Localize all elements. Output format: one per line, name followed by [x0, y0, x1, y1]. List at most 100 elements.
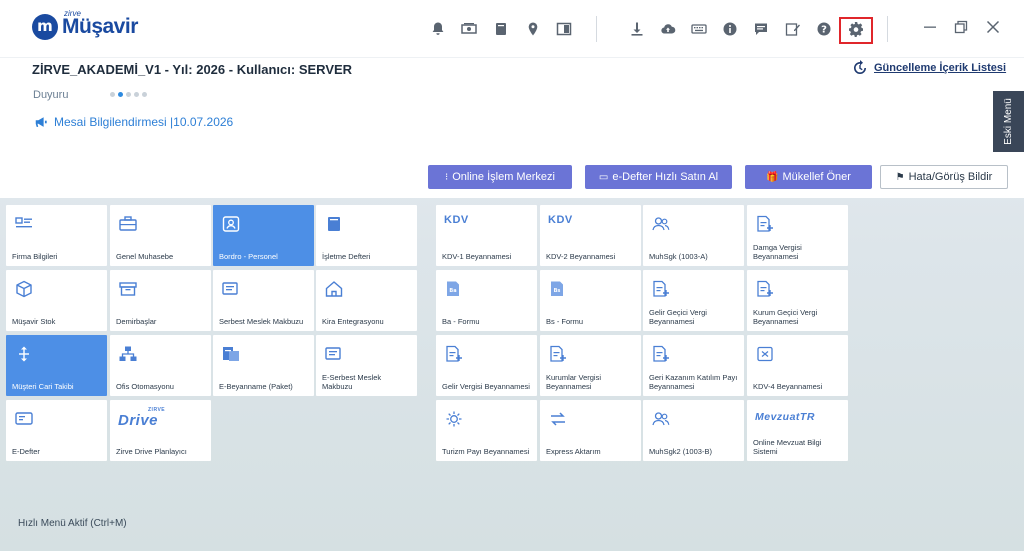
toolbar-separator: [596, 16, 597, 42]
tile-demirbaslar[interactable]: Demirbaşlar: [110, 270, 211, 331]
tile-musavir-stok[interactable]: Müşavir Stok: [6, 270, 107, 331]
tile-serbest-meslek-makbuzu[interactable]: Serbest Meslek Makbuzu: [213, 270, 314, 331]
tile-online-mevzuat[interactable]: MevzuatTR Online Mevzuat Bilgi Sistemi: [747, 400, 848, 461]
id-badge-icon: [221, 215, 241, 233]
old-menu-label: Eski Menü: [1003, 98, 1014, 145]
minimize-icon[interactable]: [923, 20, 941, 38]
users-icon: [651, 215, 671, 233]
tile-muhsgk2-1003b[interactable]: MuhSgk2 (1003-B): [643, 400, 744, 461]
logo-mark: m: [32, 14, 58, 40]
close-icon[interactable]: [986, 20, 1004, 38]
tile-kurum-gecici-vergi[interactable]: Kurum Geçici Vergi Beyannamesi: [747, 270, 848, 331]
screen-box-icon: [755, 345, 775, 363]
tile-geri-kazanim[interactable]: Geri Kazanım Katılım Payı Beyannamesi: [643, 335, 744, 396]
update-content-link[interactable]: Güncelleme İçerik Listesi: [852, 60, 1006, 76]
tile-muhsgk-1003a[interactable]: MuhSgk (1003-A): [643, 205, 744, 266]
info-icon[interactable]: [721, 20, 739, 38]
online-operations-button[interactable]: ⁝ Online İşlem Merkezi: [428, 165, 572, 189]
mevzuattr-logo: MevzuatTR: [755, 411, 815, 423]
edefter-buy-button[interactable]: ▭ e-Defter Hızlı Satın Al: [585, 165, 732, 189]
house-icon: [324, 280, 344, 298]
logo-brand-name: Müşavir: [62, 15, 138, 38]
tile-gelir-gecici-vergi[interactable]: Gelir Geçici Vergi Beyannamesi: [643, 270, 744, 331]
tile-ofis-otomasyonu[interactable]: Ofis Otomasyonu: [110, 335, 211, 396]
tile-e-serbest-meslek-makbuzu[interactable]: E-Serbest Meslek Makbuzu: [316, 335, 417, 396]
tile-kdv4[interactable]: KDV-4 Beyannamesi: [747, 335, 848, 396]
old-menu-tab[interactable]: Eski Menü: [993, 91, 1024, 152]
tile-kurumlar-vergisi[interactable]: Kurumlar Vergisi Beyannamesi: [540, 335, 641, 396]
tile-bs-formu[interactable]: Bs Bs - Formu: [540, 270, 641, 331]
tile-kdv1[interactable]: KDV KDV-1 Beyannamesi: [436, 205, 537, 266]
tile-genel-muhasebe[interactable]: Genel Muhasebe: [110, 205, 211, 266]
tile-isletme-defteri[interactable]: İşletme Defteri: [316, 205, 417, 266]
download-icon[interactable]: [628, 20, 646, 38]
archive-box-icon: [118, 280, 138, 298]
tile-musteri-cari-takibi[interactable]: Müşteri Cari Takibi: [6, 335, 107, 396]
gear-icon[interactable]: [847, 20, 865, 38]
receipt-icon: [221, 280, 241, 298]
tile-firma-bilgileri[interactable]: Firma Bilgileri: [6, 205, 107, 266]
tile-express-aktarim[interactable]: Express Aktarım: [540, 400, 641, 461]
tile-turizm-payi[interactable]: Turizm Payı Beyannamesi: [436, 400, 537, 461]
bell-icon[interactable]: [429, 20, 447, 38]
title-bar: m zirve Müşavir ?: [0, 0, 1024, 58]
location-icon[interactable]: [524, 20, 542, 38]
help-icon[interactable]: ?: [815, 20, 833, 38]
list-card-icon: [14, 215, 34, 233]
report-feedback-button[interactable]: ⚑ Hata/Görüş Bildir: [880, 165, 1008, 189]
suggest-taxpayer-button[interactable]: 🎁 Mükellef Öner: [745, 165, 872, 189]
logo-brand-small: zirve: [64, 9, 81, 18]
edit-icon[interactable]: [784, 20, 802, 38]
briefcase-icon: [118, 215, 138, 233]
keyboard-icon[interactable]: [690, 20, 708, 38]
carousel-dot[interactable]: [110, 92, 115, 97]
carousel-dot[interactable]: [134, 92, 139, 97]
tile-zirve-drive[interactable]: ZIRVE Drive Zirve Drive Planlayıcı: [110, 400, 211, 461]
update-link-label: Güncelleme İçerik Listesi: [874, 62, 1007, 74]
tile-kira-entegrasyonu[interactable]: Kira Entegrasyonu: [316, 270, 417, 331]
chat-icon[interactable]: [752, 20, 770, 38]
restore-icon[interactable]: [954, 20, 972, 38]
money-icon[interactable]: [460, 20, 478, 38]
svg-text:Ba: Ba: [449, 288, 456, 294]
drive-logo: Drive: [118, 412, 159, 429]
tile-gelir-vergisi[interactable]: Gelir Vergisi Beyannamesi: [436, 335, 537, 396]
tile-e-defter[interactable]: E-Defter: [6, 400, 107, 461]
cloud-upload-icon[interactable]: [659, 20, 677, 38]
book-icon[interactable]: [492, 20, 510, 38]
sun-icon: [444, 410, 464, 428]
tile-e-beyanname[interactable]: E-Beyanname (Paket): [213, 335, 314, 396]
doc-plus-icon: [755, 280, 775, 298]
carousel-dot[interactable]: [126, 92, 131, 97]
ba-form-icon: Ba: [444, 280, 464, 298]
flag-icon: ⚑: [895, 171, 905, 183]
doc-plus-icon: [651, 345, 671, 363]
svg-text:Bs: Bs: [554, 288, 561, 294]
panel-icon[interactable]: [555, 20, 573, 38]
tile-bordro-personel[interactable]: Bordro - Personel: [213, 205, 314, 266]
quick-menu-hint: Hızlı Menü Aktif (Ctrl+M): [18, 518, 127, 529]
app-logo: m zirve Müşavir: [32, 9, 138, 40]
doc-plus-icon: [651, 280, 671, 298]
megaphone-icon: [35, 117, 47, 127]
dots-icon: ⁝: [445, 171, 449, 183]
carousel-dot[interactable]: [142, 92, 147, 97]
announcement-link[interactable]: Mesai Bilgilendirmesi |10.07.2026: [34, 115, 233, 129]
announcement-text: Mesai Bilgilendirmesi |10.07.2026: [54, 115, 234, 129]
gift-icon: 🎁: [766, 171, 779, 183]
tile-damga-vergisi[interactable]: Damga Vergisi Beyannamesi: [747, 205, 848, 266]
card-icon: ▭: [598, 171, 609, 183]
users-icon: [651, 410, 671, 428]
kdv-logo: KDV: [548, 214, 573, 226]
kdv-logo: KDV: [444, 214, 469, 226]
bs-form-icon: Bs: [548, 280, 568, 298]
page-title: ZİRVE_AKADEMİ_V1 - Yıl: 2026 - Kullanıcı…: [32, 62, 353, 77]
tile-kdv2[interactable]: KDV KDV-2 Beyannamesi: [540, 205, 641, 266]
receipt-icon: [324, 345, 344, 363]
doc-plus-icon: [755, 215, 775, 233]
carousel-dots: [110, 92, 147, 97]
doc-plus-icon: [548, 345, 568, 363]
tile-ba-formu[interactable]: Ba Ba - Formu: [436, 270, 537, 331]
carousel-dot-active[interactable]: [118, 92, 123, 97]
monitor-doc-icon: [14, 410, 34, 428]
